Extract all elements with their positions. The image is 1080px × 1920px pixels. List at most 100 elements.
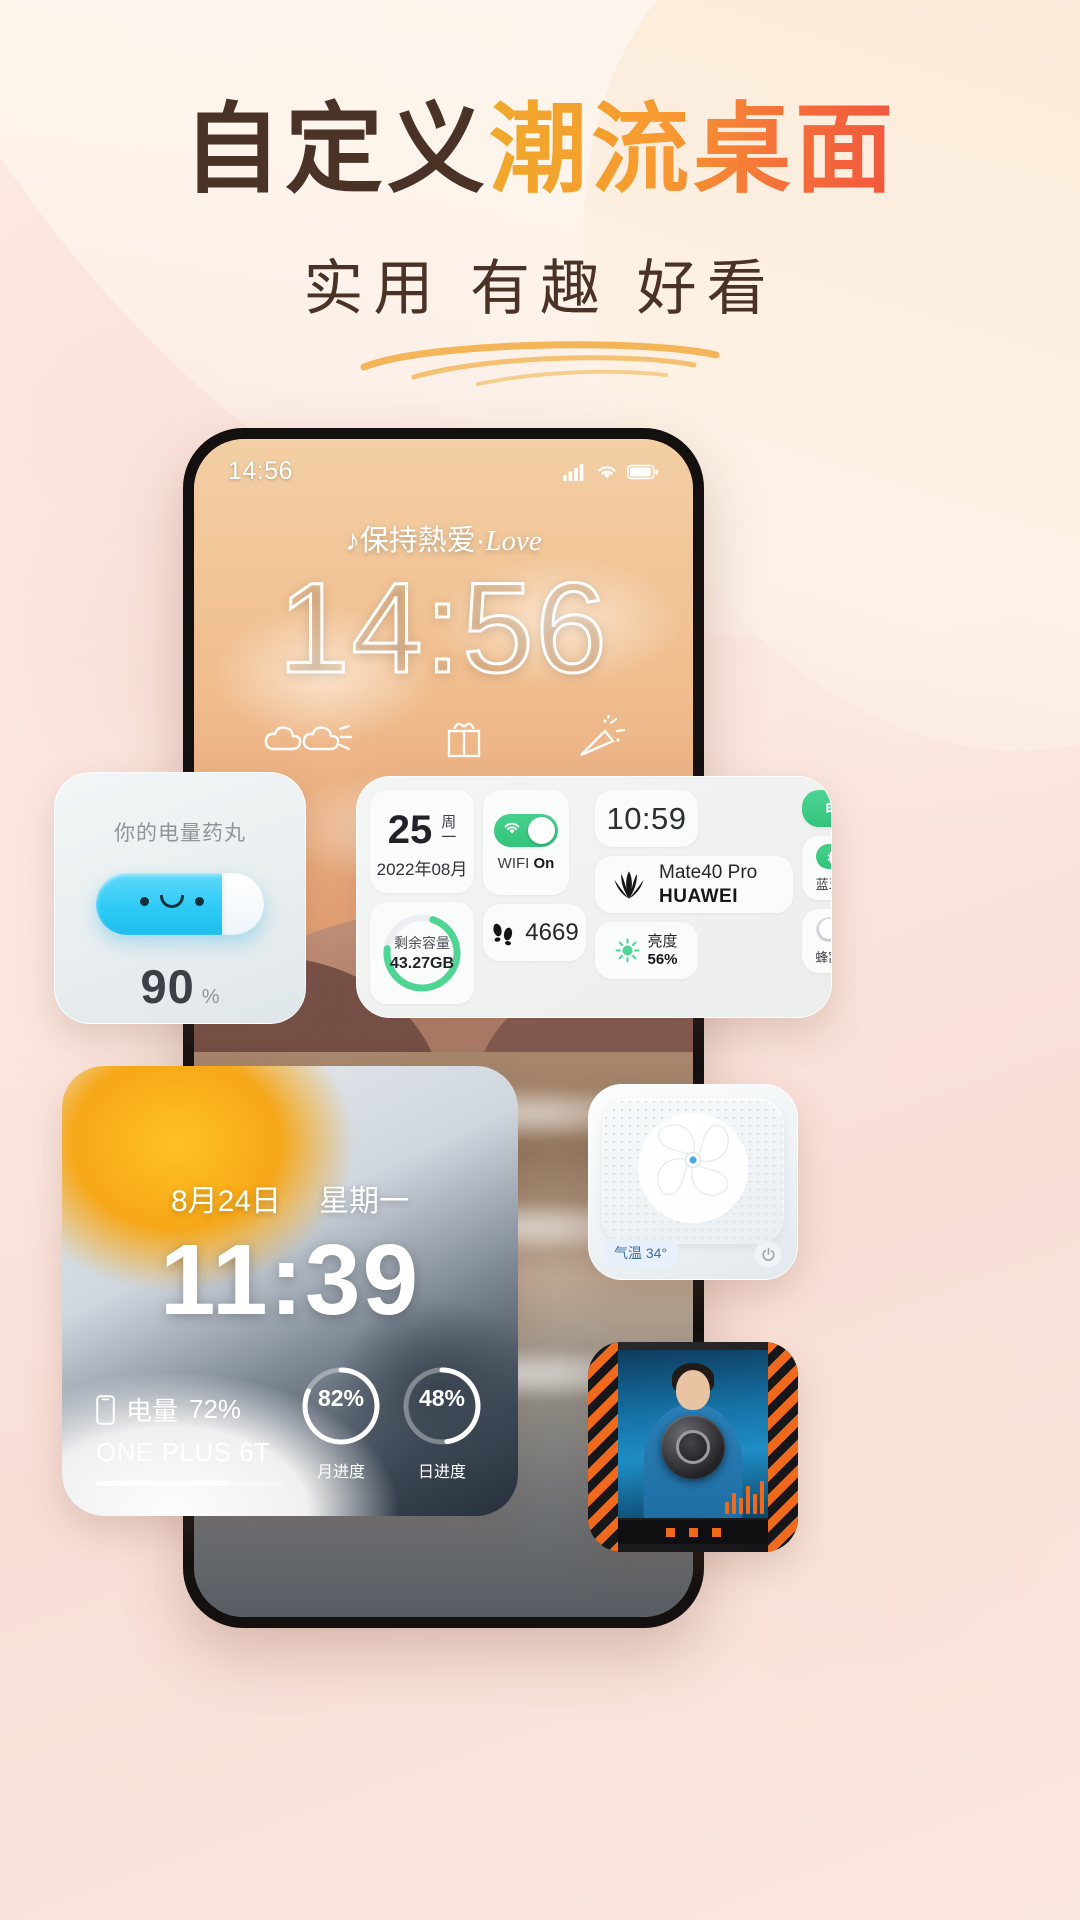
storage-value: 43.27GB [389,954,455,972]
date-tile[interactable]: 25 周 一 2022年08月 [370,790,474,893]
wifi-label: WIFI On [498,855,555,872]
dial-knob-icon[interactable] [661,1415,725,1479]
footprints-icon [493,923,513,945]
page-title-accent: 潮流桌面 [489,94,898,204]
music-widget-controls[interactable] [618,1520,768,1544]
date-tile-weekday-line1: 周 [441,813,457,831]
clock-widget-time: 11:39 [96,1228,484,1333]
dashboard-column-1: 25 周 一 2022年08月 剩余容量 43.27GB [370,790,474,1004]
fan-blades-icon [657,1124,729,1196]
storage-tile[interactable]: 剩余容量 43.27GB [370,901,474,1004]
brightness-label: 亮度 [647,932,678,950]
pill-smile-icon [160,895,184,908]
bluetooth-icon [827,851,831,863]
battery-pill-title: 你的电量药丸 [114,822,246,845]
battery-status-text: 电量：100% [825,798,831,819]
battery-icon [627,464,658,479]
storage-label: 剩余容量 [394,934,450,951]
pill-eye-right-icon [195,897,204,906]
device-model: Mate40 Pro [659,861,758,883]
battery-pill-widget[interactable]: 你的电量药丸 90 % [54,772,306,1024]
cellular-tile[interactable]: 蜂窝 Off [802,909,831,973]
swash-icon [360,341,720,386]
steps-tile[interactable]: 4669 [483,904,586,961]
music-widget-stripe-right [768,1342,798,1552]
party-popper-icon [579,715,625,757]
wifi-icon [504,822,520,834]
dashboard-row-brightness: 亮度 56% [595,922,793,979]
fan-power-button[interactable] [754,1240,782,1268]
battery-pill-value: 90 [140,960,195,1013]
cellular-label: 蜂窝 Off [815,947,831,966]
battery-status-tile[interactable]: 电量：100% [802,790,831,827]
page-title-primary: 自定义 [182,94,489,204]
page-title: 自定义潮流桌面 [0,94,1080,204]
control-block-1 [665,1527,675,1537]
wifi-toggle[interactable] [494,813,558,847]
device-tile[interactable]: Mate40 Pro HUAWEI [595,856,793,913]
music-player-widget[interactable] [588,1342,798,1552]
lockscreen-clock: 14:56 [277,556,609,702]
clock-widget-date: 8月24日 [170,1185,282,1218]
equalizer-icon [725,1480,764,1514]
dashboard-column-4: 电量：100% 蓝牙 On 蜂窝 [802,790,831,1004]
clock-widget-battery-block: 电量 72% ONE PLUS 6T [96,1391,285,1486]
page-subtitle: 实用 有趣 好看 [303,254,777,322]
pill-eye-left-icon [140,897,149,906]
person-face-icon [676,1370,710,1411]
pill-icon [96,873,264,935]
battery-pill-graphic [55,873,305,935]
fan-widget-content: 气温 34° [589,1085,797,1279]
progress-ring-month-value: 82% [317,1385,365,1411]
lockscreen-doodles [194,703,693,773]
storage-ring-text: 剩余容量 43.27GB [379,910,465,996]
promo-header: 自定义潮流桌面 实用 有趣 好看 [0,0,1080,389]
lockscreen-caption-en: Love [485,525,542,557]
clock-widget-footer: 电量 72% ONE PLUS 6T 82% 月进度 48% 日进度 [96,1364,484,1486]
underline-swash [0,333,1080,389]
status-bar-icons [563,463,659,481]
clock-widget-model: ONE PLUS 6T [96,1437,271,1467]
phone-battery-icon [96,1394,115,1425]
clock-widget-battery-label: 电量 [126,1396,179,1426]
brightness-value: 56% [647,950,678,968]
dashboard-column-2: WIFI On 4669 [483,790,586,1004]
progress-ring-month: 82% 月进度 [299,1364,383,1482]
progress-ring-month-label: 月进度 [316,1464,365,1481]
brightness-text: 亮度 56% [647,933,677,969]
battery-pill-unit: % [201,986,220,1008]
storage-ring: 剩余容量 43.27GB [379,910,465,996]
dashboard-widget-panel[interactable]: 25 周 一 2022年08月 剩余容量 43.27GB WIFI On 466… [356,776,832,1018]
bluetooth-label: 蓝牙 On [816,874,831,893]
date-tile-row: 25 周 一 [388,810,457,850]
status-bar-time: 14:56 [228,457,294,485]
cellular-toggle-knob [818,919,831,939]
clock-widget-battery-bar [96,1481,282,1486]
progress-ring-day-value: 48% [418,1385,466,1411]
signal-bars-icon [563,463,584,481]
wifi-label-prefix: WIFI [497,854,530,872]
wifi-icon [598,466,616,479]
fan-temp-value: 34° [645,1245,668,1261]
sun-icon [616,938,640,963]
wifi-tile[interactable]: WIFI On [483,790,569,895]
fan-temperature-badge: 气温 34° [604,1239,678,1267]
clock-widget-battery-row: 电量 72% [96,1391,285,1428]
clock-widget-battery-value: 72% [189,1394,242,1424]
cellular-toggle[interactable] [816,916,831,942]
date-tile-weekday-line2: 一 [441,829,457,847]
clock-tile[interactable]: 10:59 [595,790,698,847]
fan-widget[interactable]: 气温 34° [588,1084,798,1280]
fan-temp-label: 气温 [614,1245,642,1261]
date-tile-day: 25 [387,808,433,853]
gift-icon [448,722,481,758]
wifi-label-state: On [533,854,555,872]
big-clock-widget[interactable]: 8月24日 星期一 11:39 电量 72% ONE PLUS 6T 82% 月… [62,1066,518,1516]
cellular-label-prefix: 蜂窝 [815,949,831,965]
bluetooth-toggle[interactable] [816,843,831,869]
device-tile-text: Mate40 Pro HUAWEI [659,861,757,909]
brightness-tile[interactable]: 亮度 56% [595,922,698,979]
huawei-flower-icon [614,870,644,899]
bluetooth-tile[interactable]: 蓝牙 On [802,836,831,900]
date-tile-weekday: 周 一 [441,813,457,847]
